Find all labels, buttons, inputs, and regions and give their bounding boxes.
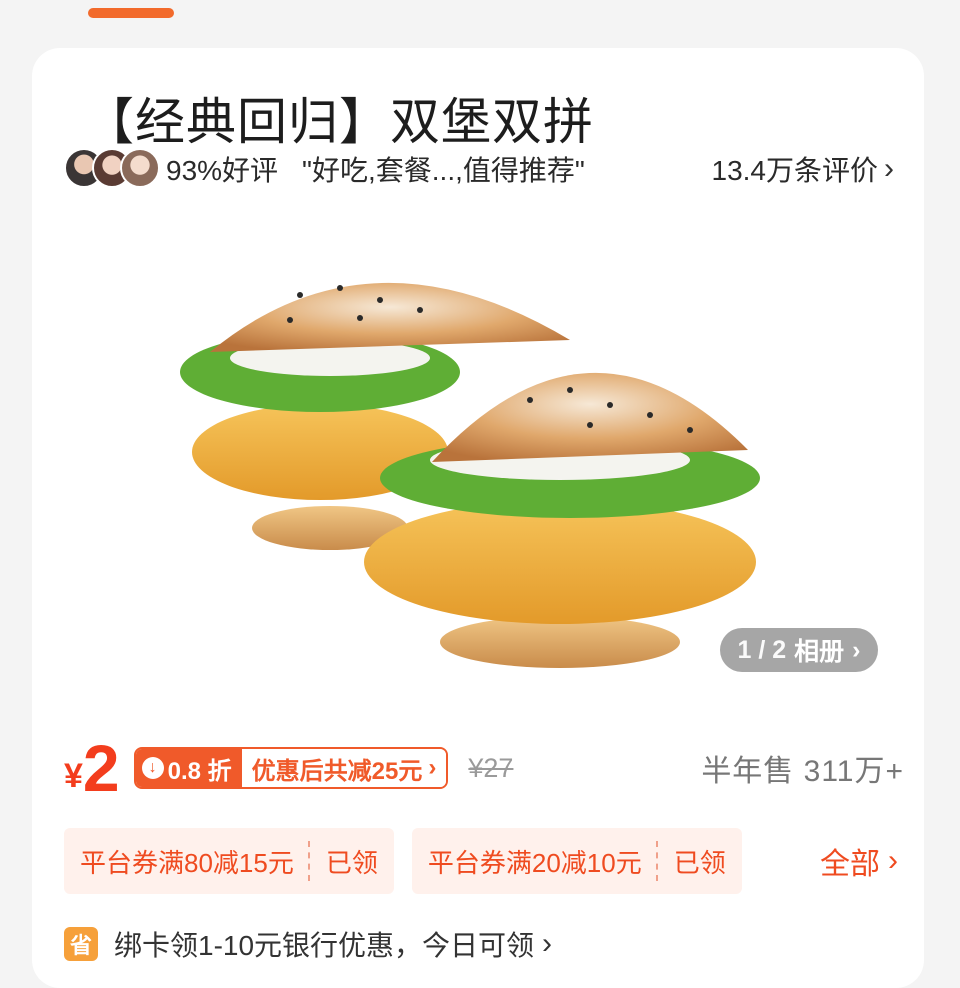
image-counter: 1 / 2 [737, 635, 787, 664]
coupon-text: 平台券满20减10元 [427, 847, 642, 878]
all-coupons-link[interactable]: 全部 › [820, 839, 898, 883]
burger-front [364, 372, 760, 668]
chevron-right-icon: › [852, 635, 861, 664]
current-price: 2 [82, 731, 120, 805]
sales-count: 半年售 311万+ [701, 755, 904, 788]
chevron-right-icon: › [542, 927, 553, 960]
album-label: 相册 [794, 638, 845, 666]
discount-rate-badge: ↓ 0.8 折 [135, 749, 242, 787]
product-image[interactable] [180, 240, 800, 700]
review-quote: "好吃,套餐...,值得推荐" [302, 155, 585, 186]
original-price: ¥27 [468, 752, 514, 783]
review-count-link[interactable]: 13.4万条评价 [712, 149, 879, 189]
save-badge-icon: 省 [64, 927, 98, 961]
album-button[interactable]: 1 / 2 相册 › [720, 628, 878, 672]
bank-offer-row[interactable]: 省 绑卡领1-10元银行优惠，今日可领 › [64, 922, 904, 966]
arrow-down-icon: ↓ [141, 757, 164, 779]
discount-rate: 0.8 折 [167, 757, 232, 785]
bank-offer-text: 绑卡领1-10元银行优惠，今日可领 [114, 930, 535, 961]
coupon-status: 已领 [673, 847, 726, 878]
price-row: ¥ 2 ↓ 0.8 折 优惠后共减25元 › ¥27 半年售 311万+ [64, 728, 904, 808]
chevron-right-icon: › [884, 152, 894, 185]
all-coupons-label: 全部 [820, 848, 880, 881]
review-summary[interactable]: 93%好评 "好吃,套餐...,值得推荐" 13.4万条评价 › [64, 148, 894, 190]
currency-symbol: ¥ [64, 756, 83, 795]
coupon-status: 已领 [325, 847, 378, 878]
chevron-right-icon: › [888, 844, 898, 877]
discount-note: 优惠后共减25元 [251, 757, 423, 785]
avatar [120, 148, 160, 188]
discount-tag[interactable]: ↓ 0.8 折 优惠后共减25元 › [133, 747, 449, 789]
coupon-card[interactable]: 平台券满80减15元 已领 [64, 828, 394, 894]
positive-rating: 93%好评 [166, 155, 279, 186]
chevron-right-icon: › [428, 754, 437, 781]
coupon-card[interactable]: 平台券满20减10元 已领 [411, 828, 742, 894]
product-title: 【经典回归】双堡双拼 [84, 94, 594, 150]
coupon-row: 平台券满80减15元 已领 平台券满20减10元 已领 全部 › [64, 828, 904, 894]
tab-active-indicator [88, 8, 174, 18]
discount-detail: 优惠后共减25元 › [241, 749, 447, 787]
coupon-text: 平台券满80减15元 [80, 847, 294, 878]
reviewer-avatars [64, 148, 160, 190]
